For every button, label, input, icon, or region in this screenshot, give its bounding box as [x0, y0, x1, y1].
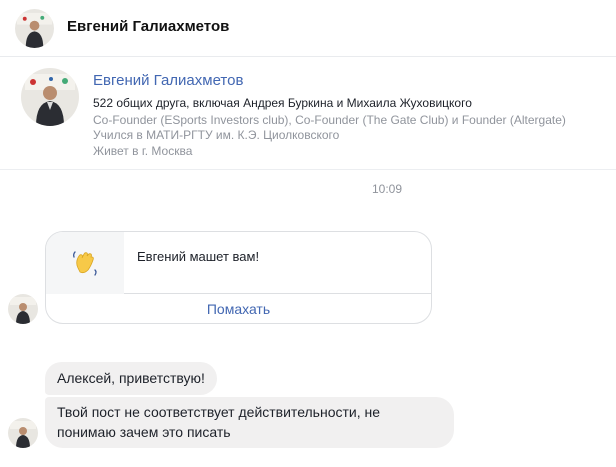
profile-education: Учился в МАТИ-РГТУ им. К.Э. Циолковского [93, 128, 340, 142]
sender-avatar[interactable] [8, 418, 38, 448]
sender-avatar[interactable] [8, 294, 38, 324]
chat-header: Евгений Галиахметов [0, 0, 616, 57]
wave-message: Евгений машет вам! [137, 249, 260, 264]
message-bubble[interactable]: Алексей, приветствую! [45, 362, 217, 395]
profile-location: Живет в г. Москва [93, 144, 193, 158]
profile-avatar[interactable] [21, 68, 79, 126]
profile-name[interactable]: Евгений Галиахметов [93, 72, 243, 89]
profile-card: Евгений Галиахметов 522 общих друга, вкл… [0, 58, 616, 170]
wave-back-button[interactable]: Помахать [46, 295, 431, 323]
wave-content: Евгений машет вам! [46, 232, 431, 294]
message-bubble[interactable]: Твой пост не соответствует действительно… [45, 397, 454, 448]
waving-hand-icon [46, 232, 124, 294]
header-avatar[interactable] [15, 9, 54, 48]
profile-work: Co-Founder (ESports Investors club), Co-… [93, 113, 566, 127]
message-timestamp: 10:09 [371, 182, 403, 196]
header-title[interactable]: Евгений Галиахметов [67, 18, 229, 35]
wave-card: Евгений машет вам! Помахать [45, 231, 432, 324]
mutual-friends: 522 общих друга, включая Андрея Буркина … [93, 96, 472, 110]
